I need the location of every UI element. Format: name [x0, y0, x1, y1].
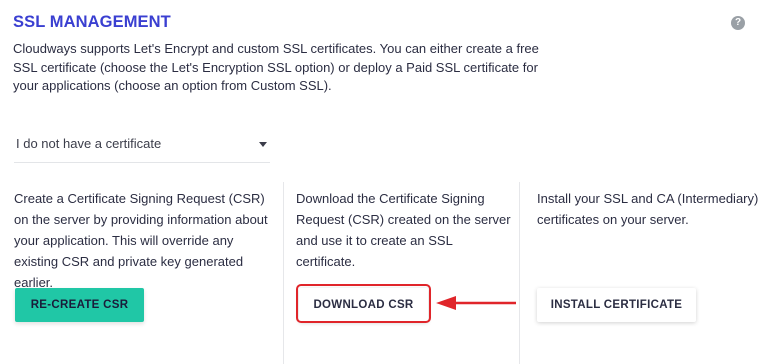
certificate-type-select[interactable]: I do not have a certificate — [14, 125, 270, 163]
step-recreate-csr: Create a Certificate Signing Request (CS… — [0, 182, 283, 364]
question-circle-icon[interactable]: ? — [731, 16, 745, 30]
certificate-type-value: I do not have a certificate — [16, 136, 162, 151]
step-description: Install your SSL and CA (Intermediary) c… — [537, 191, 759, 227]
step-install-certificate: Install your SSL and CA (Intermediary) c… — [519, 182, 768, 364]
ssl-management-panel: SSL MANAGEMENT ? Cloudways supports Let'… — [0, 0, 768, 364]
recreate-csr-button[interactable]: RE-CREATE CSR — [15, 288, 144, 322]
step-description: Create a Certificate Signing Request (CS… — [14, 191, 268, 290]
download-csr-button[interactable]: DOWNLOAD CSR — [299, 288, 428, 322]
section-description: Cloudways supports Let's Encrypt and cus… — [13, 41, 539, 93]
install-certificate-button[interactable]: INSTALL CERTIFICATE — [537, 288, 696, 322]
step-description: Download the Certificate Signing Request… — [296, 191, 511, 269]
step-download-csr: Download the Certificate Signing Request… — [283, 182, 519, 364]
section-title: SSL MANAGEMENT — [13, 13, 171, 31]
caret-down-icon — [259, 142, 267, 147]
